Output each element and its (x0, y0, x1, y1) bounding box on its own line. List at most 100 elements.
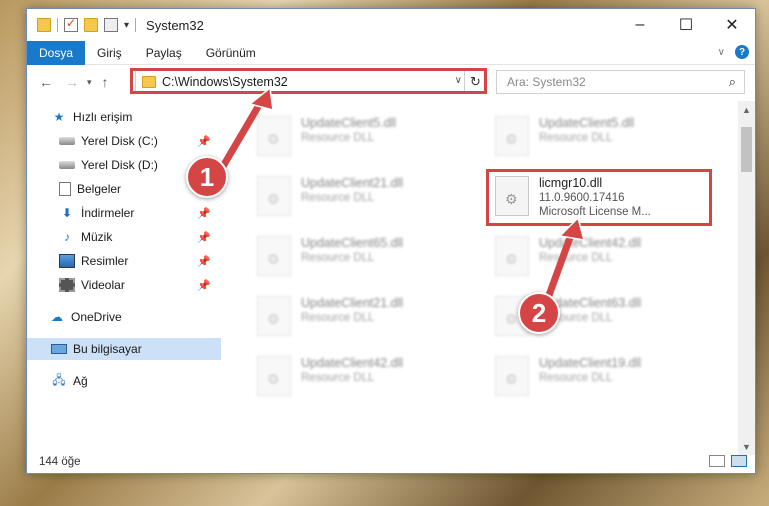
window-title: System32 (146, 17, 204, 33)
ribbon-tabs: Dosya Giriş Paylaş Görünüm ∨ ? (27, 40, 755, 65)
file-description: Resource DLL (301, 312, 375, 324)
dll-file-icon (257, 356, 291, 396)
explorer-window: ▾ System32 – ☐ ✕ Dosya Giriş Paylaş Görü… (26, 8, 756, 474)
quick-access-toolbar: ▾ (37, 16, 137, 32)
file-item[interactable]: UpdateClient5.dll Resource DLL (247, 114, 467, 164)
sidebar-item-label: Ağ (73, 374, 88, 388)
sidebar-item-onedrive[interactable]: ☁ OneDrive (27, 306, 221, 328)
file-description: Resource DLL (539, 132, 613, 144)
search-input[interactable]: Ara: System32 ⌕ (496, 70, 745, 94)
new-folder-icon[interactable] (84, 18, 98, 32)
up-arrow-icon[interactable]: ↑ (102, 74, 109, 90)
file-item[interactable]: UpdateClient21.dll Resource DLL (247, 294, 467, 344)
divider (57, 18, 58, 32)
address-highlight (130, 68, 487, 94)
sidebar-item-label: Yerel Disk (D:) (81, 158, 158, 172)
search-icon[interactable]: ⌕ (729, 74, 736, 90)
properties-icon[interactable] (64, 16, 78, 32)
item-count: 144 öğe (39, 456, 81, 468)
recent-locations-icon[interactable]: ▾ (87, 77, 92, 88)
file-description: Resource DLL (301, 132, 375, 144)
ribbon-right: ∨ ? (718, 45, 749, 59)
file-item[interactable]: UpdateClient65.dll Resource DLL (247, 234, 467, 284)
dll-file-icon (257, 116, 291, 156)
download-icon: ⬇ (61, 206, 73, 220)
file-description: Resource DLL (301, 192, 375, 204)
forward-arrow-icon[interactable]: → (65, 74, 79, 90)
sidebar-item-music[interactable]: ♪ Müzik 📌 (27, 226, 221, 248)
network-icon: 🖧 (52, 372, 66, 387)
dll-file-icon (257, 176, 291, 216)
view-toggle (709, 455, 747, 467)
step-badge-1: 1 (186, 156, 228, 198)
file-item[interactable]: UpdateClient19.dll Resource DLL (485, 354, 705, 404)
pin-icon: 📌 (197, 135, 211, 148)
file-name: UpdateClient42.dll (539, 236, 642, 250)
pin-icon: 📌 (197, 279, 211, 292)
sidebar-item-label: Belgeler (77, 182, 122, 196)
tab-view[interactable]: Görünüm (194, 41, 268, 65)
large-icons-view-icon[interactable] (731, 455, 747, 467)
file-description: Resource DLL (539, 372, 613, 384)
tab-home[interactable]: Giriş (85, 41, 134, 65)
expand-ribbon-icon[interactable]: ∨ (718, 47, 725, 58)
sidebar-item-label: Hızlı erişim (73, 110, 133, 124)
sidebar-item-disk-c[interactable]: Yerel Disk (C:) 📌 (27, 130, 221, 152)
step-badge-2: 2 (518, 292, 560, 334)
vertical-scrollbar[interactable]: ▲ ▼ (738, 101, 755, 455)
help-icon[interactable]: ? (735, 45, 749, 59)
file-name: UpdateClient42.dll (301, 356, 404, 370)
divider (135, 18, 137, 32)
tab-file[interactable]: Dosya (27, 40, 86, 65)
sidebar-item-label: Resimler (81, 254, 129, 268)
sidebar-item-this-pc[interactable]: Bu bilgisayar (27, 338, 221, 360)
sidebar-item-label: OneDrive (71, 310, 122, 324)
dll-file-icon (257, 296, 291, 336)
file-name: UpdateClient5.dll (301, 116, 397, 130)
file-item[interactable]: UpdateClient42.dll Resource DLL (485, 234, 705, 284)
sidebar-item-label: Yerel Disk (C:) (81, 134, 158, 148)
file-highlight (486, 169, 712, 226)
tab-share[interactable]: Paylaş (134, 41, 194, 65)
customize-icon[interactable] (104, 18, 118, 32)
file-description: Resource DLL (539, 252, 613, 264)
sidebar-item-network[interactable]: 🖧 Ağ (27, 370, 221, 392)
file-item[interactable]: UpdateClient21.dll Resource DLL (247, 174, 467, 224)
window-controls: – ☐ ✕ (617, 9, 755, 41)
file-name: UpdateClient21.dll (301, 296, 404, 310)
file-item[interactable]: UpdateClient5.dll Resource DLL (485, 114, 705, 164)
minimize-button[interactable]: – (617, 9, 663, 41)
file-name: UpdateClient5.dll (539, 116, 635, 130)
dll-file-icon (495, 356, 529, 396)
navigation-pane: ★ Hızlı erişim Yerel Disk (C:) 📌 Yerel D… (27, 106, 221, 452)
computer-icon (51, 344, 67, 354)
documents-icon (59, 182, 71, 196)
navigation-bar: ← → ▾ ↑ C:\Windows\System32 ∨ ↻ Ara: Sys… (27, 66, 755, 98)
close-button[interactable]: ✕ (709, 9, 755, 41)
status-bar: 144 öğe (27, 451, 755, 473)
file-description: Resource DLL (301, 252, 375, 264)
maximize-button[interactable]: ☐ (663, 9, 709, 41)
sidebar-item-label: İndirmeler (81, 206, 135, 220)
scroll-thumb[interactable] (741, 127, 752, 172)
pictures-icon (59, 254, 75, 268)
sidebar-item-downloads[interactable]: ⬇ İndirmeler 📌 (27, 202, 221, 224)
scroll-up-icon[interactable]: ▲ (738, 101, 755, 118)
search-placeholder: Ara: System32 (507, 75, 586, 89)
dll-file-icon (257, 236, 291, 276)
music-icon: ♪ (64, 230, 70, 244)
sidebar-item-videos[interactable]: Videolar 📌 (27, 274, 221, 296)
file-item[interactable]: UpdateClient42.dll Resource DLL (247, 354, 467, 404)
sidebar-item-pictures[interactable]: Resimler 📌 (27, 250, 221, 272)
customize-dropdown-icon[interactable]: ▾ (124, 20, 129, 31)
dll-file-icon (495, 236, 529, 276)
disk-icon (59, 137, 75, 145)
details-view-icon[interactable] (709, 455, 725, 467)
sidebar-item-quick-access[interactable]: ★ Hızlı erişim (27, 106, 221, 128)
file-name: UpdateClient65.dll (301, 236, 404, 250)
file-name: UpdateClient19.dll (539, 356, 642, 370)
sidebar-item-label: Müzik (81, 230, 113, 244)
back-arrow-icon[interactable]: ← (39, 74, 53, 90)
videos-icon (59, 278, 75, 292)
folder-icon (37, 18, 51, 32)
